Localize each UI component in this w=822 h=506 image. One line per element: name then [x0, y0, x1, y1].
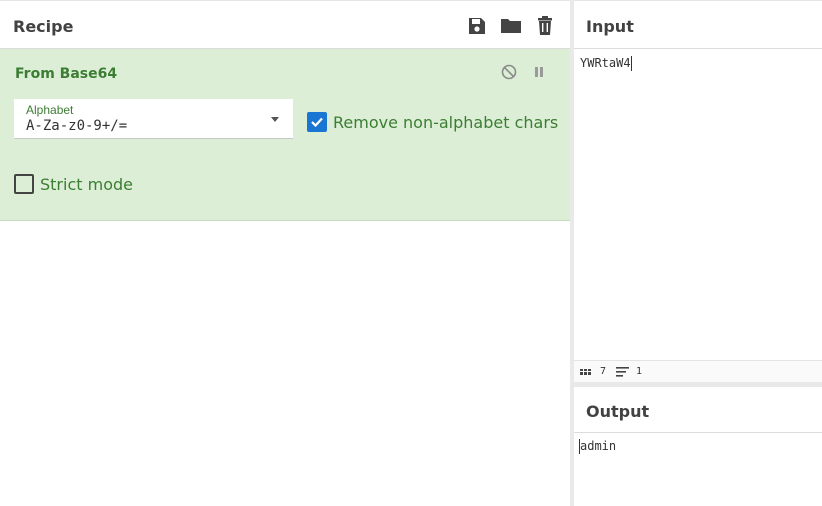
recipe-pane: Recipe From Base64 Alphabet A-Za-z0-9+/=…: [0, 0, 570, 506]
remove-nonalpha-checkbox[interactable]: [307, 112, 327, 132]
char-count-stat: 7: [580, 366, 606, 377]
output-header: Output: [574, 387, 822, 433]
save-icon[interactable]: [466, 15, 488, 37]
text-cursor: [630, 56, 632, 71]
line-count: 1: [636, 366, 643, 377]
io-pane: Input YWRtaW4 7 1 Output admin: [574, 0, 822, 506]
strict-mode-checkbox-row[interactable]: Strict mode: [14, 174, 133, 194]
output-title: Output: [586, 402, 650, 421]
chevron-down-icon[interactable]: [271, 117, 279, 122]
remove-nonalpha-label: Remove non-alphabet chars: [333, 112, 559, 132]
disable-icon[interactable]: [500, 63, 518, 81]
input-status-bar: 7 1: [574, 360, 822, 382]
char-count: 7: [600, 366, 607, 377]
strict-mode-checkbox[interactable]: [14, 174, 34, 194]
pause-icon[interactable]: [530, 63, 548, 81]
strict-mode-label: Strict mode: [40, 174, 133, 194]
remove-nonalpha-checkbox-row[interactable]: Remove non-alphabet chars: [307, 112, 558, 132]
lines-icon: [616, 366, 630, 377]
checkmark-icon: [311, 117, 323, 128]
input-header: Input: [574, 0, 822, 49]
recipe-header: Recipe: [0, 0, 570, 49]
folder-icon[interactable]: [500, 15, 522, 37]
input-title: Input: [586, 17, 634, 36]
recipe-title: Recipe: [13, 17, 74, 36]
recipe-toolbar: [466, 15, 556, 37]
alphabet-value: A-Za-z0-9+/=: [26, 118, 128, 134]
operation-controls: [500, 63, 548, 81]
trash-icon[interactable]: [534, 15, 556, 37]
operation-title: From Base64: [15, 66, 118, 82]
line-count-stat: 1: [616, 366, 642, 377]
from-base64-operation: From Base64 Alphabet A-Za-z0-9+/= Remove…: [0, 49, 570, 221]
input-value: YWRtaW4: [580, 56, 631, 70]
abc-icon: [580, 368, 594, 375]
alphabet-label: Alphabet: [26, 103, 74, 117]
alphabet-select[interactable]: Alphabet A-Za-z0-9+/=: [14, 99, 293, 139]
input-textarea[interactable]: YWRtaW4: [580, 56, 632, 71]
output-value: admin: [580, 439, 617, 453]
output-textarea[interactable]: admin: [579, 439, 616, 454]
